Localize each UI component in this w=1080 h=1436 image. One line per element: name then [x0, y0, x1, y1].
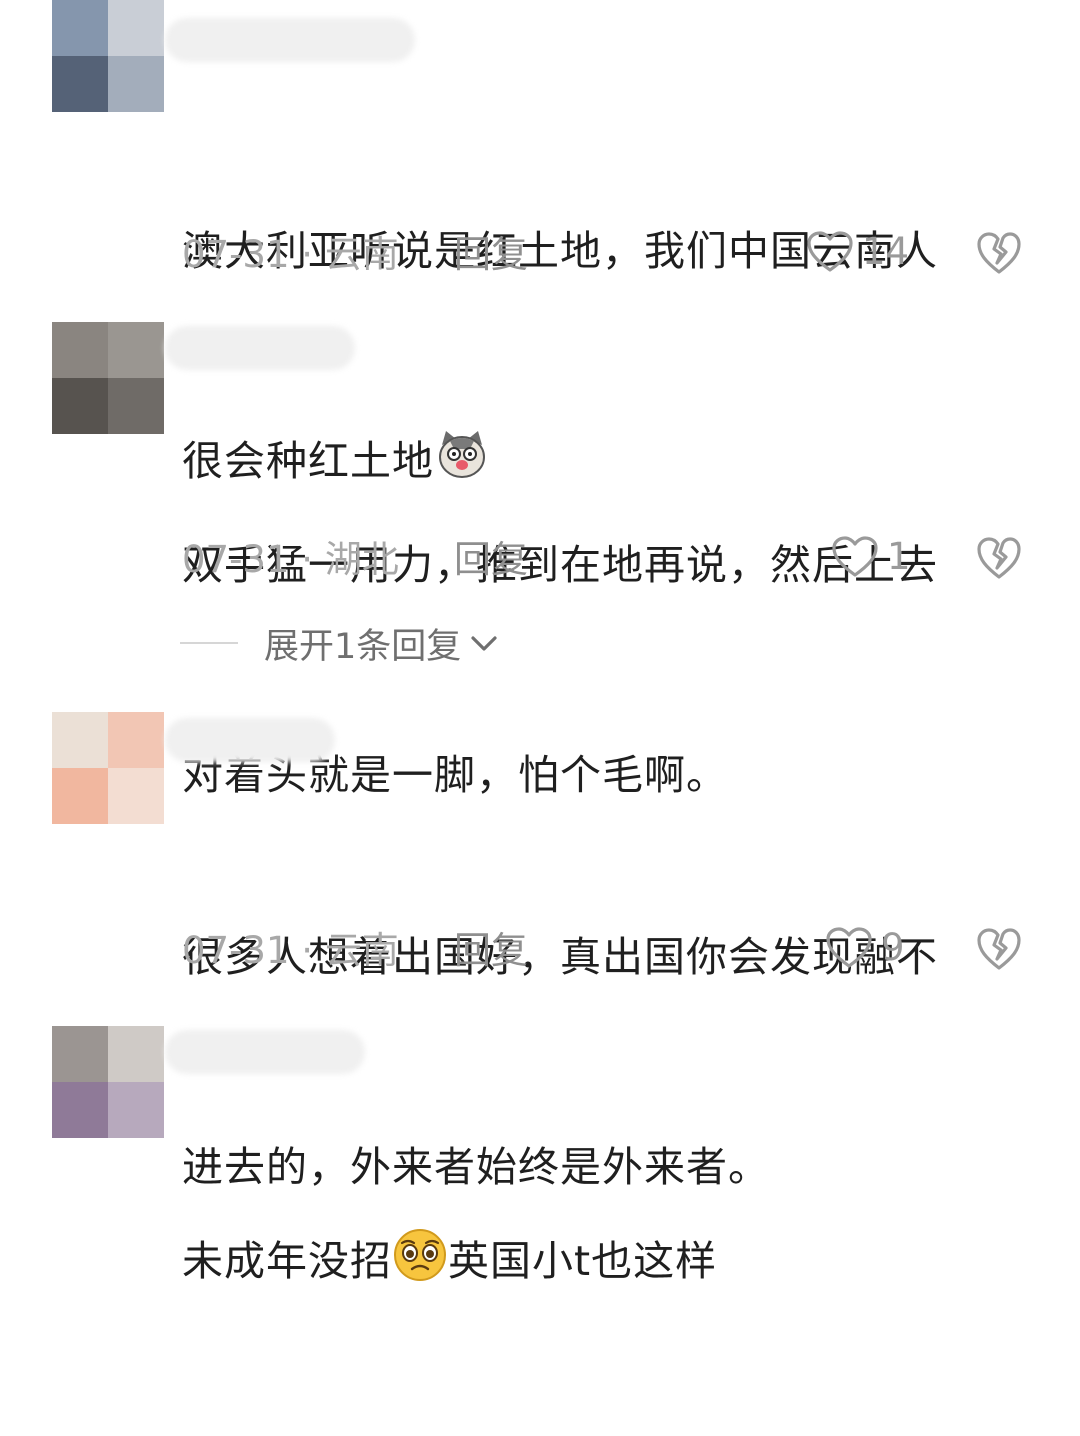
dislike-broken-heart-icon[interactable]	[976, 230, 1022, 276]
dislike-broken-heart-icon[interactable]	[976, 926, 1022, 972]
like-count: 9	[881, 926, 905, 969]
comment-region: 云南	[324, 929, 399, 972]
comment-meta: 07-31 · 湖北 回复	[182, 535, 528, 585]
comment-region: 湖北	[324, 538, 399, 581]
meta-separator: ·	[289, 538, 325, 581]
avatar[interactable]	[52, 322, 164, 434]
chevron-down-icon	[471, 636, 497, 651]
meta-separator: ·	[289, 929, 325, 972]
like-button[interactable]: 1	[831, 532, 911, 582]
username-blurred[interactable]	[165, 1030, 365, 1074]
comment-text: 未成年没招 英国小t也这样	[182, 1086, 1012, 1436]
pleading-face-icon	[394, 1229, 446, 1281]
comment-region: 云南	[324, 233, 399, 276]
username-blurred[interactable]	[165, 718, 335, 762]
like-button[interactable]: 9	[825, 923, 905, 973]
expand-replies-label: 展开1条回复	[264, 626, 462, 667]
comment-date: 07-31	[182, 929, 290, 972]
reply-button[interactable]: 回复	[454, 230, 528, 280]
avatar[interactable]	[52, 712, 164, 824]
reply-button[interactable]: 回复	[454, 926, 528, 976]
comment-meta: 07-31 · 云南 回复	[182, 926, 528, 976]
comment-date: 07-31	[182, 538, 290, 581]
like-count: 14	[862, 230, 910, 273]
avatar[interactable]	[52, 0, 164, 112]
heart-icon	[807, 231, 853, 272]
comment-date: 07-31	[182, 233, 290, 276]
username-blurred[interactable]	[165, 18, 415, 62]
username-blurred[interactable]	[165, 326, 355, 370]
comment-text-line: 未成年没招 英国小t也这样	[182, 1226, 1012, 1296]
heart-icon	[826, 927, 872, 968]
heart-icon	[832, 536, 878, 577]
expand-divider	[180, 642, 238, 644]
dislike-broken-heart-icon[interactable]	[976, 535, 1022, 581]
expand-replies-button[interactable]: 展开1条回复	[180, 618, 501, 668]
like-count: 1	[887, 535, 911, 578]
avatar[interactable]	[52, 1026, 164, 1138]
meta-separator: ·	[289, 233, 325, 276]
reply-button[interactable]: 回复	[454, 535, 528, 585]
comment-meta: 07-31 · 云南 回复	[182, 230, 528, 280]
like-button[interactable]: 14	[806, 227, 909, 277]
